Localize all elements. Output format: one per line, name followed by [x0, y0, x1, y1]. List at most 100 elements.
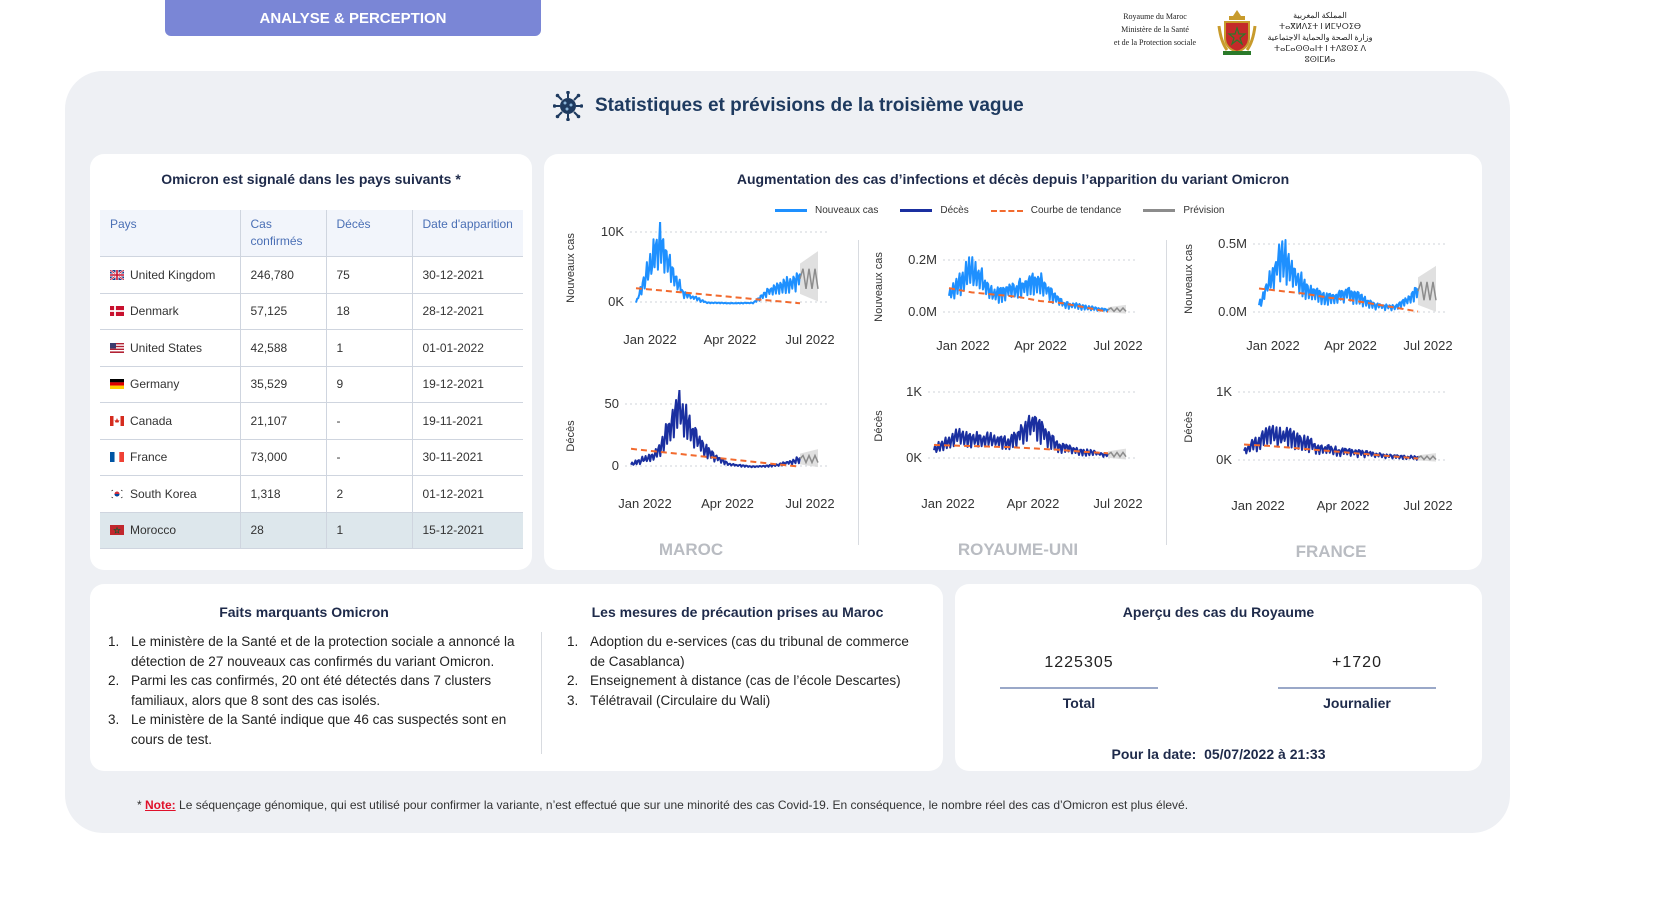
table-row[interactable]: Germany 35,529 9 19-12-2021: [100, 365, 523, 403]
facts-divider: [541, 632, 542, 754]
facts-title: Faits marquants Omicron: [219, 604, 389, 620]
list-item: Enseignement à distance (cas de l’école …: [582, 671, 927, 691]
country-label-uk: ROYAUME-UNI: [957, 540, 1079, 559]
y-tick-label: 0K: [1216, 452, 1232, 467]
country-cell: Canada: [100, 402, 241, 439]
country-name: France: [130, 450, 168, 465]
x-tick-label: Jul 2022: [785, 496, 834, 511]
flag-de-icon: [110, 377, 130, 391]
daily-cases-value: +1720: [1332, 654, 1382, 671]
series-line: [933, 414, 1109, 458]
countries-table: Pays Cas confirmés Décès Date d'appariti…: [100, 210, 523, 549]
y-tick-label: 0K: [608, 294, 624, 309]
country-name: Canada: [130, 413, 173, 428]
legend-swatch: [775, 209, 807, 212]
legend-swatch: [900, 209, 933, 212]
charts-title: Augmentation des cas d’infections et déc…: [736, 171, 1290, 187]
y-axis-label: Nouveaux cas: [873, 252, 885, 322]
deaths-cell: -: [326, 438, 413, 476]
legend-item[interactable]: Prévision: [1143, 205, 1225, 216]
trend-line: [630, 447, 801, 468]
chart-divider: [1166, 240, 1167, 545]
list-item: Le ministère de la Santé indique que 46 …: [123, 710, 538, 749]
date-value: 05/07/2022 à 21:33: [1204, 746, 1326, 762]
country-cell: United Kingdom: [100, 256, 241, 293]
table-row[interactable]: Morocco 28 1 15-12-2021: [100, 511, 523, 549]
table-row[interactable]: United Kingdom 246,780 75 30-12-2021: [100, 256, 523, 293]
cases-cell: 1,318: [240, 475, 327, 512]
col-header-date[interactable]: Date d'apparition: [412, 210, 523, 257]
footnote: * Note: Le séquençage génomique, qui est…: [137, 798, 1189, 812]
x-tick-label: Apr 2022: [1007, 496, 1060, 511]
ministry-name-fr: Royaume du Maroc Ministère de la Santé e…: [1095, 10, 1215, 49]
legend-item[interactable]: Décès: [900, 205, 969, 216]
x-tick-label: Jul 2022: [785, 332, 834, 347]
date-cell: 15-12-2021: [412, 511, 523, 549]
country-cell: South Korea: [100, 475, 241, 512]
y-tick-label: 0.0M: [908, 304, 937, 319]
table-row[interactable]: South Korea 1,318 2 01-12-2021: [100, 475, 523, 512]
total-underline: [1000, 687, 1158, 689]
page-title-text: Statistiques et prévisions de la troisiè…: [595, 95, 1024, 116]
legend-item[interactable]: Courbe de tendance: [990, 205, 1122, 216]
analyse-perception-tab[interactable]: ANALYSE & PERCEPTION: [165, 0, 541, 36]
x-tick-label: Jan 2022: [936, 338, 990, 353]
table-row[interactable]: United States 42,588 1 01-01-2022: [100, 329, 523, 366]
y-tick-label: 50: [605, 396, 619, 411]
gov-fr-line: et de la Protection sociale: [1113, 38, 1197, 47]
cases-cell: 246,780: [240, 256, 327, 293]
date-cell: 28-12-2021: [412, 292, 523, 330]
y-tick-label: 1K: [1216, 384, 1232, 399]
virus-icon: [553, 91, 583, 121]
legend-swatch: [990, 209, 1023, 212]
x-tick-label: Apr 2022: [1317, 498, 1370, 513]
table-row[interactable]: France 73,000-30-11-2021: [100, 438, 523, 476]
gov-ar-line: ⵜⴰⴳⵍⴷⵉⵜ ⵏ ⵍⵎⵖⵔⵉⴱ: [1278, 22, 1361, 31]
y-tick-label: 0K: [906, 450, 922, 465]
coat-of-arms-icon: [1217, 10, 1257, 55]
deaths-cell: 1: [326, 511, 413, 549]
col-header-cas[interactable]: Cas confirmés: [240, 210, 327, 257]
y-axis-label: Nouveaux cas: [1183, 244, 1195, 314]
forecast-band: [800, 251, 818, 302]
table-row[interactable]: Canada 21,107-19-11-2021: [100, 402, 523, 439]
flag-dk-icon: [110, 304, 130, 318]
col-header-deces[interactable]: Décès: [326, 210, 413, 257]
list-item: Le ministère de la Santé et de la protec…: [123, 632, 538, 671]
x-tick-label: Jan 2022: [1231, 498, 1285, 513]
country-name: Morocco: [130, 523, 177, 538]
forecast-band: [1418, 265, 1436, 312]
date-cell: 30-11-2021: [412, 438, 523, 476]
deaths-cell: -: [326, 402, 413, 439]
table-row[interactable]: Denmark 57,125 18 28-12-2021: [100, 292, 523, 330]
ministry-logo: Royaume du Maroc Ministère de la Santé e…: [1095, 8, 1385, 64]
x-tick-label: Jan 2022: [618, 496, 672, 511]
gov-ar-line: وزارة الصحة والحماية الاجتماعية: [1267, 33, 1373, 42]
chart-maroc-cases: 0K 10K Nouveaux cas Jan 2022 Apr 2022 Jul 202…: [565, 222, 835, 347]
cases-cell: 57,125: [240, 292, 327, 330]
country-name: United States: [130, 340, 203, 355]
facts-list: Le ministère de la Santé et de la protec…: [98, 632, 538, 749]
note-label: Note:: [145, 798, 176, 812]
x-tick-label: Jul 2022: [1403, 498, 1452, 513]
country-cell: Denmark: [100, 292, 241, 330]
country-cell: Germany: [100, 365, 241, 403]
col-header-pays[interactable]: Pays: [100, 210, 241, 257]
list-item: Adoption du e-services (cas du tribunal …: [582, 632, 927, 671]
daily-underline: [1278, 687, 1436, 689]
legend-swatch: [1143, 209, 1176, 212]
date-cell: 01-12-2021: [412, 475, 523, 512]
y-tick-label: 1K: [906, 384, 922, 399]
date-cell: 19-12-2021: [412, 365, 523, 403]
y-tick-label: 0.5M: [1218, 236, 1247, 251]
deaths-cell: 18: [326, 292, 413, 330]
cases-cell: 73,000: [240, 438, 327, 476]
cases-cell: 28: [240, 511, 327, 549]
country-label-france: FRANCE: [1295, 542, 1367, 561]
page-title: Statistiques et prévisions de la troisiè…: [553, 88, 1024, 124]
legend-label: Décès: [940, 205, 969, 216]
date-label: Pour la date:: [1111, 746, 1197, 762]
legend-label: Courbe de tendance: [1030, 205, 1122, 216]
legend-item[interactable]: Nouveaux cas: [775, 205, 878, 216]
list-item: Parmi les cas confirmés, 20 ont été déte…: [123, 671, 538, 710]
